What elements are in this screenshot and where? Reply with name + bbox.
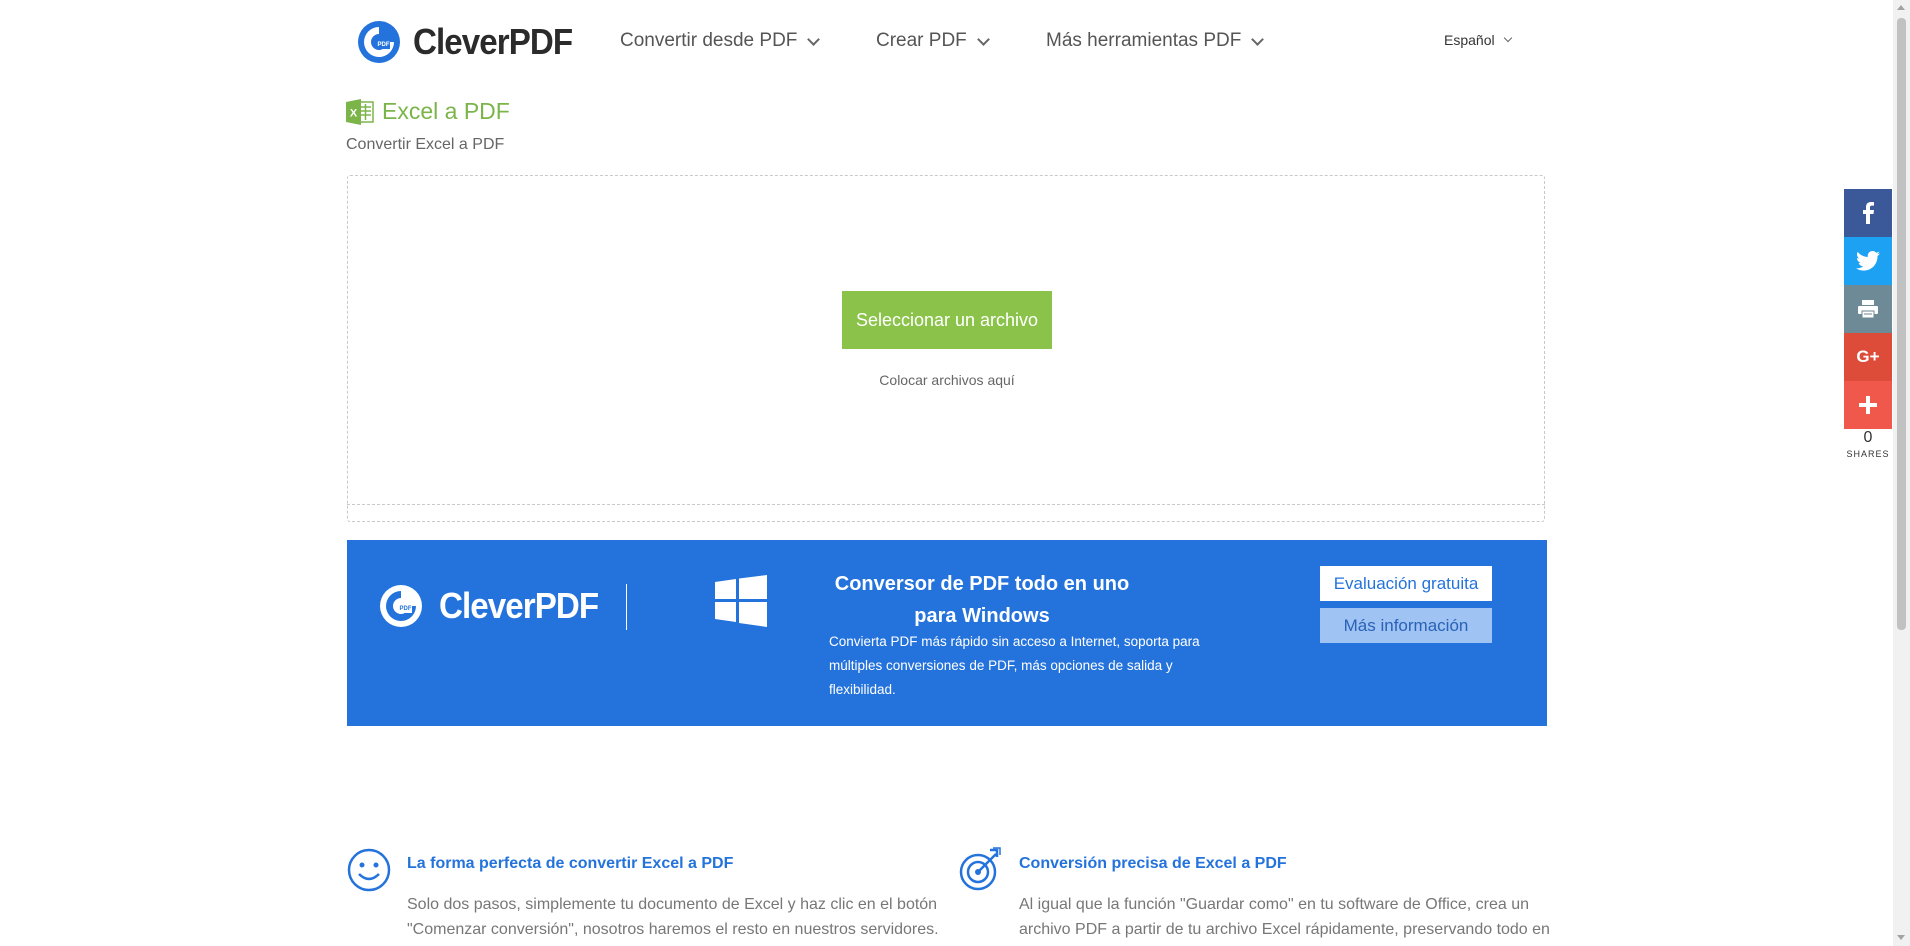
share-count: 0 <box>1863 429 1873 446</box>
feature-title: Conversión precisa de Excel a PDF <box>1019 855 1287 872</box>
dropzone-divider <box>347 504 1545 505</box>
facebook-icon <box>1863 202 1874 224</box>
chevron-down-icon <box>807 32 821 46</box>
windows-icon <box>715 575 767 627</box>
banner-logo-text: CleverPDF <box>439 585 599 626</box>
nav-convertir-desde-pdf[interactable]: Convertir desde PDF <box>620 30 821 52</box>
more-info-button[interactable]: Más información <box>1320 608 1492 643</box>
svg-text:X: X <box>350 107 358 119</box>
plus-icon <box>1859 396 1877 414</box>
share-more-button[interactable] <box>1844 381 1892 429</box>
chevron-down-icon <box>1251 32 1265 46</box>
free-trial-button[interactable]: Evaluación gratuita <box>1320 566 1492 601</box>
language-label: Español <box>1444 32 1495 48</box>
page-title: Excel a PDF <box>382 98 510 124</box>
share-twitter-button[interactable] <box>1844 237 1892 285</box>
share-google-plus-button[interactable]: G+ <box>1844 333 1892 381</box>
printer-icon <box>1858 300 1878 318</box>
excel-icon: X <box>346 98 374 125</box>
banner-heading: Conversor de PDF todo en uno para Window… <box>834 573 1130 627</box>
feature-title: La forma perfecta de convertir Excel a P… <box>407 855 734 872</box>
smiley-icon <box>347 848 391 892</box>
svg-text:PDF: PDF <box>378 42 390 48</box>
share-facebook-button[interactable] <box>1844 189 1892 237</box>
svg-text:PDF: PDF <box>400 606 412 612</box>
feature-text: Solo dos pasos, simplemente tu documento… <box>407 896 939 938</box>
scrollbar-thumb[interactable] <box>1897 18 1906 630</box>
logo-text: CleverPDF <box>413 21 573 62</box>
nav-label: Convertir desde PDF <box>620 30 798 51</box>
page-subtitle: Convertir Excel a PDF <box>346 136 505 153</box>
scroll-down-arrow[interactable] <box>1897 935 1905 940</box>
nav-label: Crear PDF <box>876 30 967 51</box>
twitter-icon <box>1856 251 1880 271</box>
google-plus-icon: G+ <box>1856 347 1880 366</box>
banner-description: Convierta PDF más rápido sin acceso a In… <box>829 634 1200 697</box>
feature-text: Al igual que la función "Guardar como" e… <box>1019 896 1550 938</box>
site-logo[interactable]: PDF CleverPDF <box>357 20 586 64</box>
scroll-up-arrow[interactable] <box>1897 5 1905 10</box>
target-icon <box>959 847 1001 891</box>
chevron-down-icon <box>976 32 990 46</box>
share-label: SHARES <box>1846 449 1890 459</box>
cleverpdf-logo-icon: PDF <box>358 21 400 63</box>
windows-promo-banner: PDF CleverPDF Conversor de PDF todo en u… <box>347 540 1547 726</box>
nav-mas-herramientas[interactable]: Más herramientas PDF <box>1046 30 1265 52</box>
cleverpdf-logo-icon: PDF <box>380 585 422 627</box>
nav-label: Más herramientas PDF <box>1046 30 1242 51</box>
nav-crear-pdf[interactable]: Crear PDF <box>876 30 990 52</box>
share-print-button[interactable] <box>1844 285 1892 333</box>
drop-hint: Colocar archivos aquí <box>879 372 1015 388</box>
language-selector[interactable]: Español <box>1444 32 1512 48</box>
chevron-down-icon <box>1503 33 1512 43</box>
select-file-button[interactable]: Seleccionar un archivo <box>842 291 1052 349</box>
banner-logo: PDF CleverPDF <box>379 584 612 628</box>
banner-divider <box>626 584 627 630</box>
tool-title: X Excel a PDF <box>346 98 510 125</box>
